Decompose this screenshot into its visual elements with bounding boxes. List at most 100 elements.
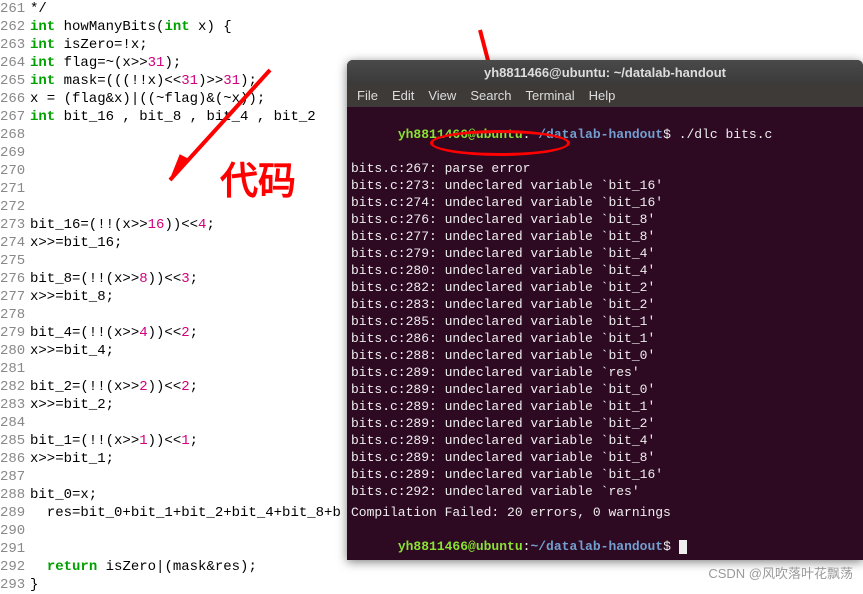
terminal-prompt-line[interactable]: yh8811466@ubuntu:~/datalab-handout$: [351, 521, 859, 560]
line-number: 286: [0, 450, 30, 468]
code-text: [30, 522, 38, 540]
line-number: 283: [0, 396, 30, 414]
line-number: 284: [0, 414, 30, 432]
line-number: 274: [0, 234, 30, 252]
line-number: 269: [0, 144, 30, 162]
code-text: bit_2=(!!(x>>2))<<2;: [30, 378, 206, 396]
code-text: }: [30, 576, 47, 594]
code-text: bit_0=x;: [30, 486, 106, 504]
terminal-titlebar: yh8811466@ubuntu: ~/datalab-handout: [347, 60, 863, 84]
menu-item-help[interactable]: Help: [589, 88, 616, 103]
terminal-error-line: bits.c:286: undeclared variable `bit_1': [351, 330, 859, 347]
line-number: 265: [0, 72, 30, 90]
menu-item-edit[interactable]: Edit: [392, 88, 414, 103]
terminal-error-line: bits.c:282: undeclared variable `bit_2': [351, 279, 859, 296]
code-line[interactable]: 261*/: [0, 0, 863, 18]
code-text: int howManyBits(int x) {: [30, 18, 240, 36]
line-number: 263: [0, 36, 30, 54]
code-text: x>>=bit_2;: [30, 396, 122, 414]
terminal-error-line: bits.c:289: undeclared variable `bit_16': [351, 466, 859, 483]
code-text: x>>=bit_16;: [30, 234, 131, 252]
code-text: [30, 198, 38, 216]
code-text: [30, 414, 38, 432]
terminal-prompt-line: yh8811466@ubuntu:~/datalab-handout$ ./dl…: [351, 109, 859, 160]
code-text: bit_4=(!!(x>>4))<<2;: [30, 324, 206, 342]
line-number: 275: [0, 252, 30, 270]
terminal-error-line: bits.c:292: undeclared variable `res': [351, 483, 859, 500]
code-text: x>>=bit_4;: [30, 342, 122, 360]
code-text: bit_8=(!!(x>>8))<<3;: [30, 270, 206, 288]
terminal-menubar[interactable]: File Edit View Search Terminal Help: [347, 84, 863, 107]
line-number: 262: [0, 18, 30, 36]
terminal-error-line: bits.c:285: undeclared variable `bit_1': [351, 313, 859, 330]
terminal-error-line: bits.c:289: undeclared variable `bit_1': [351, 398, 859, 415]
menu-item-view[interactable]: View: [428, 88, 456, 103]
code-text: bit_1=(!!(x>>1))<<1;: [30, 432, 206, 450]
line-number: 276: [0, 270, 30, 288]
line-number: 272: [0, 198, 30, 216]
line-number: 267: [0, 108, 30, 126]
code-line[interactable]: 263int isZero=!x;: [0, 36, 863, 54]
code-text: [30, 468, 38, 486]
line-number: 278: [0, 306, 30, 324]
watermark: CSDN @风吹落叶花飘荡: [708, 563, 853, 582]
line-number: 292: [0, 558, 30, 576]
terminal-error-line: bits.c:289: undeclared variable `bit_0': [351, 381, 859, 398]
line-number: 268: [0, 126, 30, 144]
line-number: 266: [0, 90, 30, 108]
terminal-error-line: bits.c:289: undeclared variable `bit_8': [351, 449, 859, 466]
code-text: [30, 180, 38, 198]
terminal-body[interactable]: yh8811466@ubuntu:~/datalab-handout$ ./dl…: [347, 107, 863, 560]
code-line[interactable]: 262int howManyBits(int x) {: [0, 18, 863, 36]
line-number: 291: [0, 540, 30, 558]
menu-item-terminal[interactable]: Terminal: [526, 88, 575, 103]
code-text: [30, 126, 38, 144]
terminal-error-line: bits.c:267: parse error: [351, 160, 859, 177]
menu-item-search[interactable]: Search: [470, 88, 511, 103]
cursor-icon: [679, 540, 687, 554]
line-number: 273: [0, 216, 30, 234]
line-number: 287: [0, 468, 30, 486]
code-text: [30, 540, 38, 558]
code-text: int isZero=!x;: [30, 36, 156, 54]
line-number: 277: [0, 288, 30, 306]
terminal-error-line: bits.c:273: undeclared variable `bit_16': [351, 177, 859, 194]
terminal-error-line: bits.c:289: undeclared variable `res': [351, 364, 859, 381]
terminal-error-line: bits.c:274: undeclared variable `bit_16': [351, 194, 859, 211]
line-number: 289: [0, 504, 30, 522]
terminal-summary: Compilation Failed: 20 errors, 0 warning…: [351, 504, 859, 521]
line-number: 282: [0, 378, 30, 396]
line-number: 264: [0, 54, 30, 72]
code-text: [30, 162, 38, 180]
line-number: 293: [0, 576, 30, 594]
terminal-error-line: bits.c:279: undeclared variable `bit_4': [351, 245, 859, 262]
code-text: [30, 252, 38, 270]
code-text: return isZero|(mask&res);: [30, 558, 265, 576]
line-number: 285: [0, 432, 30, 450]
terminal-error-line: bits.c:276: undeclared variable `bit_8': [351, 211, 859, 228]
code-text: x>>=bit_8;: [30, 288, 122, 306]
code-text: [30, 306, 38, 324]
line-number: 281: [0, 360, 30, 378]
arrow-to-code-icon: [150, 60, 280, 200]
code-text: bit_16=(!!(x>>16))<<4;: [30, 216, 223, 234]
line-number: 288: [0, 486, 30, 504]
terminal-error-line: bits.c:288: undeclared variable `bit_0': [351, 347, 859, 364]
menu-item-file[interactable]: File: [357, 88, 378, 103]
terminal-error-line: bits.c:283: undeclared variable `bit_2': [351, 296, 859, 313]
line-number: 290: [0, 522, 30, 540]
terminal-error-line: bits.c:289: undeclared variable `bit_4': [351, 432, 859, 449]
line-number: 270: [0, 162, 30, 180]
terminal-window[interactable]: yh8811466@ubuntu: ~/datalab-handout File…: [347, 60, 863, 560]
line-number: 271: [0, 180, 30, 198]
code-text: [30, 144, 38, 162]
line-number: 280: [0, 342, 30, 360]
terminal-error-line: bits.c:277: undeclared variable `bit_8': [351, 228, 859, 245]
code-text: x>>=bit_1;: [30, 450, 122, 468]
line-number: 261: [0, 0, 30, 18]
terminal-title: yh8811466@ubuntu: ~/datalab-handout: [484, 65, 726, 80]
line-number: 279: [0, 324, 30, 342]
code-text: */: [30, 0, 55, 18]
terminal-error-line: bits.c:289: undeclared variable `bit_2': [351, 415, 859, 432]
code-text: res=bit_0+bit_1+bit_2+bit_4+bit_8+b: [30, 504, 349, 522]
